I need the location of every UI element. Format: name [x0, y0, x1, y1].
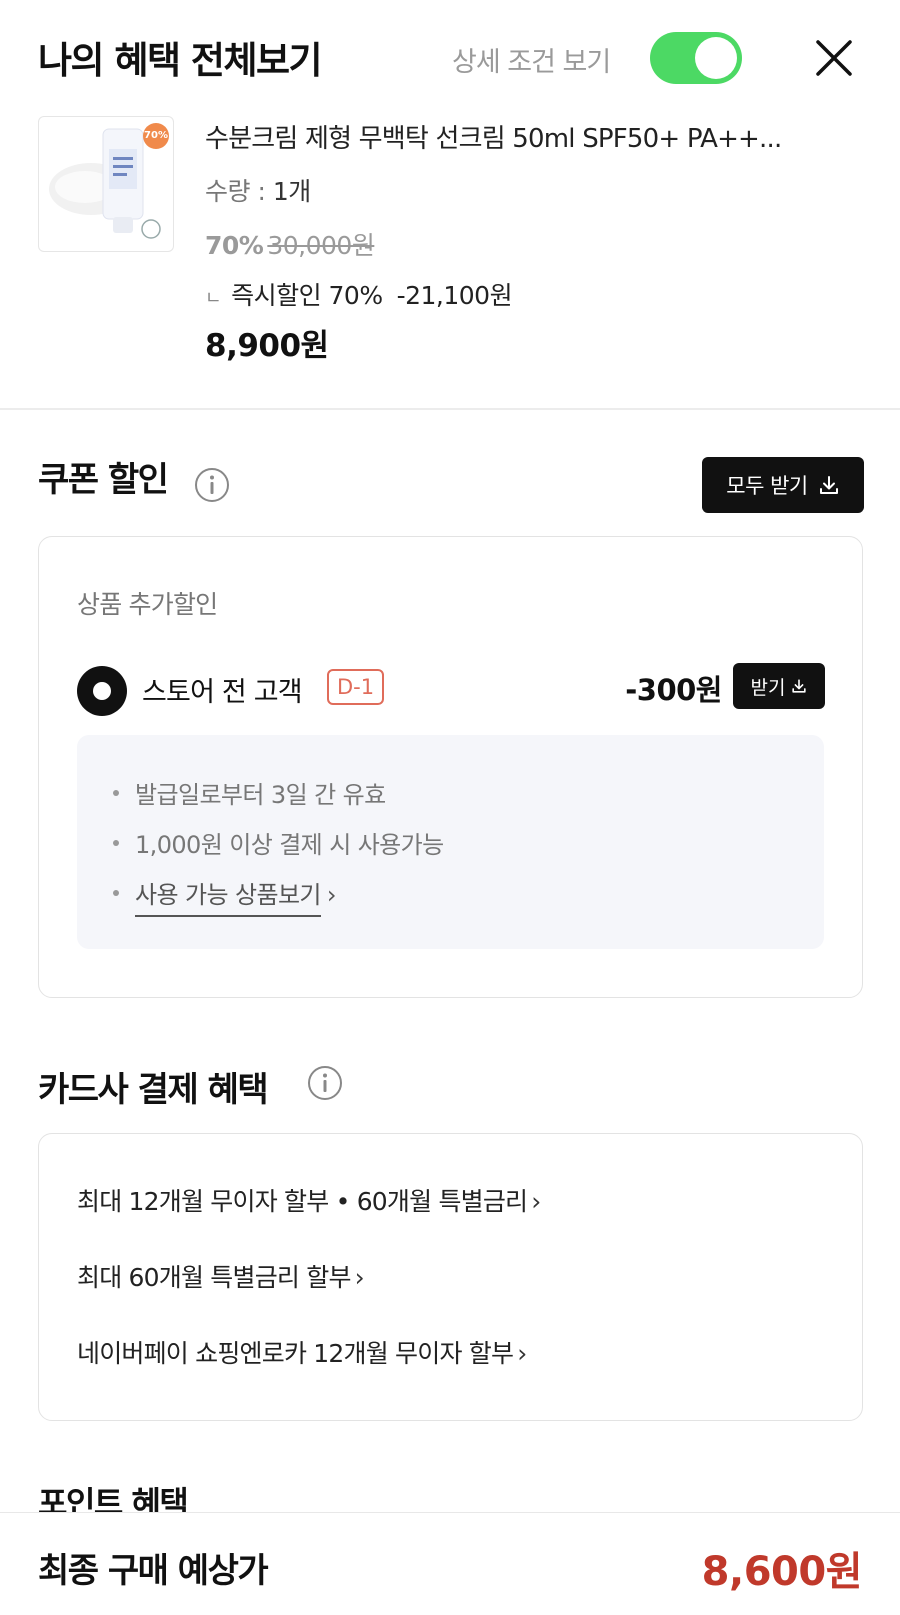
card-benefit-text: 네이버페이 쇼핑엔로카 12개월 무이자 할부 — [77, 1339, 514, 1368]
card-benefit-item[interactable]: 최대 60개월 특별금리 할부 › — [77, 1258, 365, 1294]
dday-badge: D-1 — [327, 669, 385, 705]
instant-discount-row: ㄴ 즉시할인 70% -21,100원 — [205, 276, 513, 312]
coupon-card: 상품 추가할인 스토어 전 고객 D-1 -300원 받기 발급일로부터 3일 … — [38, 536, 863, 998]
bullet-dot — [113, 840, 119, 846]
eligible-products-link[interactable]: 사용 가능 상품보기 › — [113, 875, 337, 917]
quantity-value: 1개 — [272, 177, 311, 206]
card-benefit-text: 최대 60개월 특별금리 할부 — [77, 1263, 351, 1292]
receive-coupon-label: 받기 — [750, 676, 786, 699]
close-icon — [816, 40, 852, 76]
toggle-knob — [695, 37, 737, 79]
chevron-right-icon: › — [531, 1187, 541, 1216]
card-benefit-item[interactable]: 네이버페이 쇼핑엔로카 12개월 무이자 할부 › — [77, 1334, 527, 1370]
eligible-products-label: 사용 가능 상품보기 — [135, 881, 322, 917]
card-benefit-text: 최대 12개월 무이자 할부 • 60개월 특별금리 — [77, 1187, 528, 1216]
discount-badge: 70% — [143, 123, 169, 149]
receive-all-label: 모두 받기 — [726, 474, 808, 498]
coupon-section-title: 쿠폰 할인 — [38, 460, 169, 500]
radio-selected-icon — [93, 682, 111, 700]
coupon-conditions: 발급일로부터 3일 간 유효 1,000원 이상 결제 시 사용가능 사용 가능… — [77, 735, 824, 949]
header: 나의 혜택 전체보기 상세 조건 보기 — [0, 0, 900, 110]
product-price: 8,900원 — [205, 328, 329, 364]
coupon-name: 스토어 전 고객 — [142, 677, 303, 708]
discount-rate: 70% — [205, 231, 264, 260]
card-benefit-card: 최대 12개월 무이자 할부 • 60개월 특별금리 › 최대 60개월 특별금리… — [38, 1133, 863, 1421]
card-benefit-title: 카드사 결제 혜택 — [38, 1070, 269, 1110]
card-benefit-item[interactable]: 최대 12개월 무이자 할부 • 60개월 특별금리 › — [77, 1182, 541, 1218]
product-quantity: 수량 : 1개 — [205, 172, 311, 208]
instant-discount-label: 즉시할인 70% — [231, 281, 383, 310]
detail-toggle[interactable] — [650, 32, 742, 84]
condition-item: 발급일로부터 3일 간 유효 — [113, 775, 386, 810]
bullet-dot — [113, 890, 119, 896]
final-price: 8,600원 — [701, 1549, 863, 1595]
product-summary: 70% 수분크림 제형 무백탁 선크림 50ml SPF50+ PA++... … — [0, 110, 900, 410]
price-discount-row: 70% 30,000원 — [205, 226, 375, 262]
coupon-amount: -300원 — [625, 673, 722, 707]
condition-text: 1,000원 이상 결제 시 사용가능 — [135, 831, 444, 859]
close-button[interactable] — [812, 36, 856, 80]
final-price-label: 최종 구매 예상가 — [38, 1551, 269, 1591]
download-icon — [792, 679, 807, 693]
info-icon[interactable] — [307, 1065, 343, 1101]
receive-all-button[interactable]: 모두 받기 — [702, 457, 864, 513]
section-divider — [0, 408, 900, 410]
chevron-right-icon: › — [326, 881, 337, 909]
chevron-right-icon: › — [517, 1339, 527, 1368]
download-icon — [819, 476, 838, 494]
coupon-radio[interactable] — [77, 666, 127, 716]
page-title: 나의 혜택 전체보기 — [38, 39, 323, 82]
detail-toggle-label: 상세 조건 보기 — [452, 47, 611, 78]
condition-item: 1,000원 이상 결제 시 사용가능 — [113, 825, 444, 860]
product-name: 수분크림 제형 무백탁 선크림 50ml SPF50+ PA++... — [205, 124, 782, 154]
quantity-label: 수량 : — [205, 177, 266, 206]
original-price: 30,000원 — [267, 231, 375, 260]
receive-coupon-button[interactable]: 받기 — [733, 663, 825, 709]
bullet-dot — [113, 790, 119, 796]
coupon-group-label: 상품 추가할인 — [77, 590, 218, 619]
sub-item-marker: ㄴ — [205, 288, 222, 309]
info-icon[interactable] — [194, 467, 230, 503]
product-thumbnail[interactable]: 70% — [38, 116, 174, 252]
instant-discount-amount: -21,100원 — [396, 281, 513, 310]
chevron-right-icon: › — [354, 1263, 365, 1292]
condition-text: 발급일로부터 3일 간 유효 — [135, 781, 386, 809]
footer-summary: 최종 구매 예상가 8,600원 — [0, 1512, 900, 1615]
